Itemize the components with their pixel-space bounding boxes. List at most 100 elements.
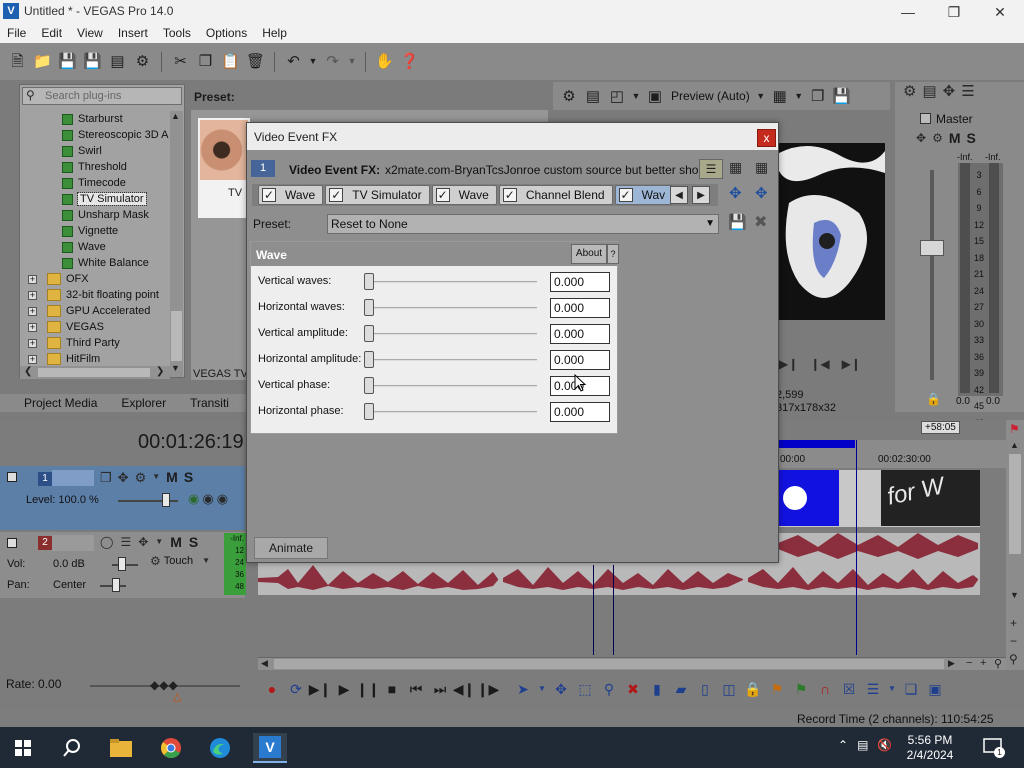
record-icon[interactable]: ● [262,679,282,699]
delete-icon[interactable]: 🗑 [244,50,267,74]
video-event-clip[interactable] [779,470,839,526]
pause-icon[interactable]: ❙❙ [356,679,379,699]
master-mute-button[interactable]: M [949,130,961,146]
preview-settings-icon[interactable]: ⚙ [559,86,579,106]
external-monitor-icon[interactable]: ▤ [583,86,603,106]
plugin-tree-item[interactable]: TV Simulator [20,191,172,207]
trim-icon[interactable]: ▮ [647,679,667,699]
menu-help[interactable]: Help [255,26,295,40]
pan-slider[interactable] [112,578,120,592]
track-fx-icon[interactable]: ⚙ [135,471,147,484]
windows-start-icon[interactable] [6,733,40,763]
plugin-search-input[interactable]: ⚲ Search plug-ins [22,87,182,105]
track-collapse-icon[interactable] [7,472,17,482]
plugin-tree-item[interactable]: Swirl [20,143,172,159]
render-icon[interactable]: ▤ [106,50,129,74]
master-solo-button[interactable]: S [967,130,976,146]
master-toggle-icon[interactable] [920,113,931,124]
plugin-tree-item[interactable]: + HitFilm [20,351,172,367]
auto-crossfade-icon[interactable]: ☒ [839,679,859,699]
fx-chain-plugin[interactable]: ✓ Wav [614,185,674,205]
fx-chain-plugin[interactable]: ✓ Channel Blend [498,185,613,205]
plugin-tree-item[interactable]: Wave [20,239,172,255]
expand-plus-icon[interactable]: + [28,306,37,316]
ripple-edit-icon[interactable]: ☰ [863,679,883,699]
track-collapse-icon[interactable] [7,538,17,548]
mute-button[interactable]: M [170,534,182,550]
solo-button[interactable]: S [189,534,198,550]
track-name-field[interactable] [52,470,94,486]
timeline-horizontal-scrollbar[interactable]: ◀ ▶ − + ⚲ [258,657,1008,670]
undo-icon[interactable]: ↶ [282,50,305,74]
tab-transitions[interactable]: Transiti [178,394,241,412]
chrome-browser-icon[interactable] [154,733,188,763]
solo-button[interactable]: S [184,469,193,485]
master-insert-icon[interactable]: ▤ [922,84,936,99]
plugin-tree-item[interactable]: + GPU Accelerated [20,303,172,319]
parameter-slider[interactable] [364,325,374,342]
compositing-icon[interactable]: ✥ [118,471,129,484]
expand-plus-icon[interactable]: + [28,274,37,284]
chain-scroll-right-icon[interactable]: ▶ [692,186,710,204]
edge-browser-icon[interactable] [203,733,237,763]
save-preset-icon[interactable]: 💾 [728,215,747,230]
paste-icon[interactable]: 📋 [219,50,242,74]
level-slider[interactable] [162,493,170,507]
playhead-cursor[interactable] [856,440,857,655]
fx-chain-plugin[interactable]: ✓ Wave [258,185,324,205]
dropdown-icon[interactable]: ▼ [756,86,766,106]
parameter-slider[interactable] [364,377,374,394]
zoom-in-icon[interactable]: + [980,657,986,669]
lock-envelopes-icon[interactable]: ❑ [901,679,921,699]
zoom-tool-icon[interactable]: ⚲ [994,657,1002,670]
notification-center-icon[interactable]: 1 [983,738,1005,758]
trim-start-icon[interactable]: ▰ [671,679,691,699]
fx-enable-checkbox[interactable]: ✓ [502,188,517,202]
preview-quality-select[interactable]: Preview (Auto) [671,89,750,103]
plugin-tree-item[interactable]: + VEGAS [20,319,172,335]
master-pan-icon[interactable]: ✥ [916,132,926,144]
dropdown-icon[interactable]: ▼ [794,86,804,106]
delete-event-icon[interactable]: ✖ [623,679,643,699]
help-pointer-icon[interactable]: ❓ [398,50,421,74]
about-button[interactable]: About [571,244,607,264]
fx-enable-checkbox[interactable]: ✓ [329,188,344,202]
list-view-icon[interactable]: ▦ [729,160,742,174]
save-as-icon[interactable]: 💾 [81,50,104,74]
parameter-slider[interactable] [364,273,374,290]
mute-button[interactable]: M [166,469,178,485]
dropdown-icon[interactable]: ▼ [537,679,547,699]
taskbar-clock[interactable]: 5:56 PM 2/4/2024 [900,733,960,763]
scroll-up-icon[interactable]: ▲ [1010,440,1019,450]
master-settings-icon[interactable]: ⚙ [903,84,916,99]
stop-icon[interactable]: ■ [382,679,402,699]
expand-plus-icon[interactable]: + [28,322,37,332]
dropdown-icon[interactable]: ▼ [152,473,160,481]
scroll-left-icon[interactable]: ❮ [24,366,32,377]
save-snapshot-icon[interactable]: 💾 [832,86,852,106]
dropdown-icon[interactable]: ▼ [887,679,897,699]
plugin-tree-item[interactable]: White Balance [20,255,172,271]
chain-scroll-left-icon[interactable]: ◀ [670,186,688,204]
scroll-thumb[interactable] [171,311,182,361]
plugin-vertical-scrollbar[interactable]: ▲ ▼ [170,111,183,377]
plugin-tree-item[interactable]: Threshold [20,159,172,175]
plugin-tree-item[interactable]: Timecode [20,175,172,191]
zoom-tool-icon[interactable]: ⚲ [599,679,619,699]
loop-region-bar[interactable] [779,440,855,448]
maximize-icon[interactable]: ❐ [931,0,977,23]
plugin-horizontal-scrollbar[interactable]: ❮ ❯ [20,366,170,379]
lock-icon[interactable]: 🔒 [926,393,941,405]
scroll-thumb[interactable] [1009,454,1021,554]
fx-chain-plugin[interactable]: ✓ TV Simulator [325,185,430,205]
plugin-tree-item[interactable]: + OFX [20,271,172,287]
video-event-clip[interactable]: for W [881,470,980,526]
scroll-thumb[interactable] [274,659,944,669]
region-icon[interactable]: ⚑ [791,679,811,699]
expand-plus-icon[interactable]: + [28,354,37,364]
play-from-start-icon[interactable]: ▶❙ [309,679,332,699]
scroll-up-icon[interactable]: ▲ [171,111,180,121]
grid-view-icon[interactable]: ▦ [755,160,768,174]
volume-slider[interactable] [118,557,126,571]
fx-enable-checkbox[interactable]: ✓ [618,188,633,202]
